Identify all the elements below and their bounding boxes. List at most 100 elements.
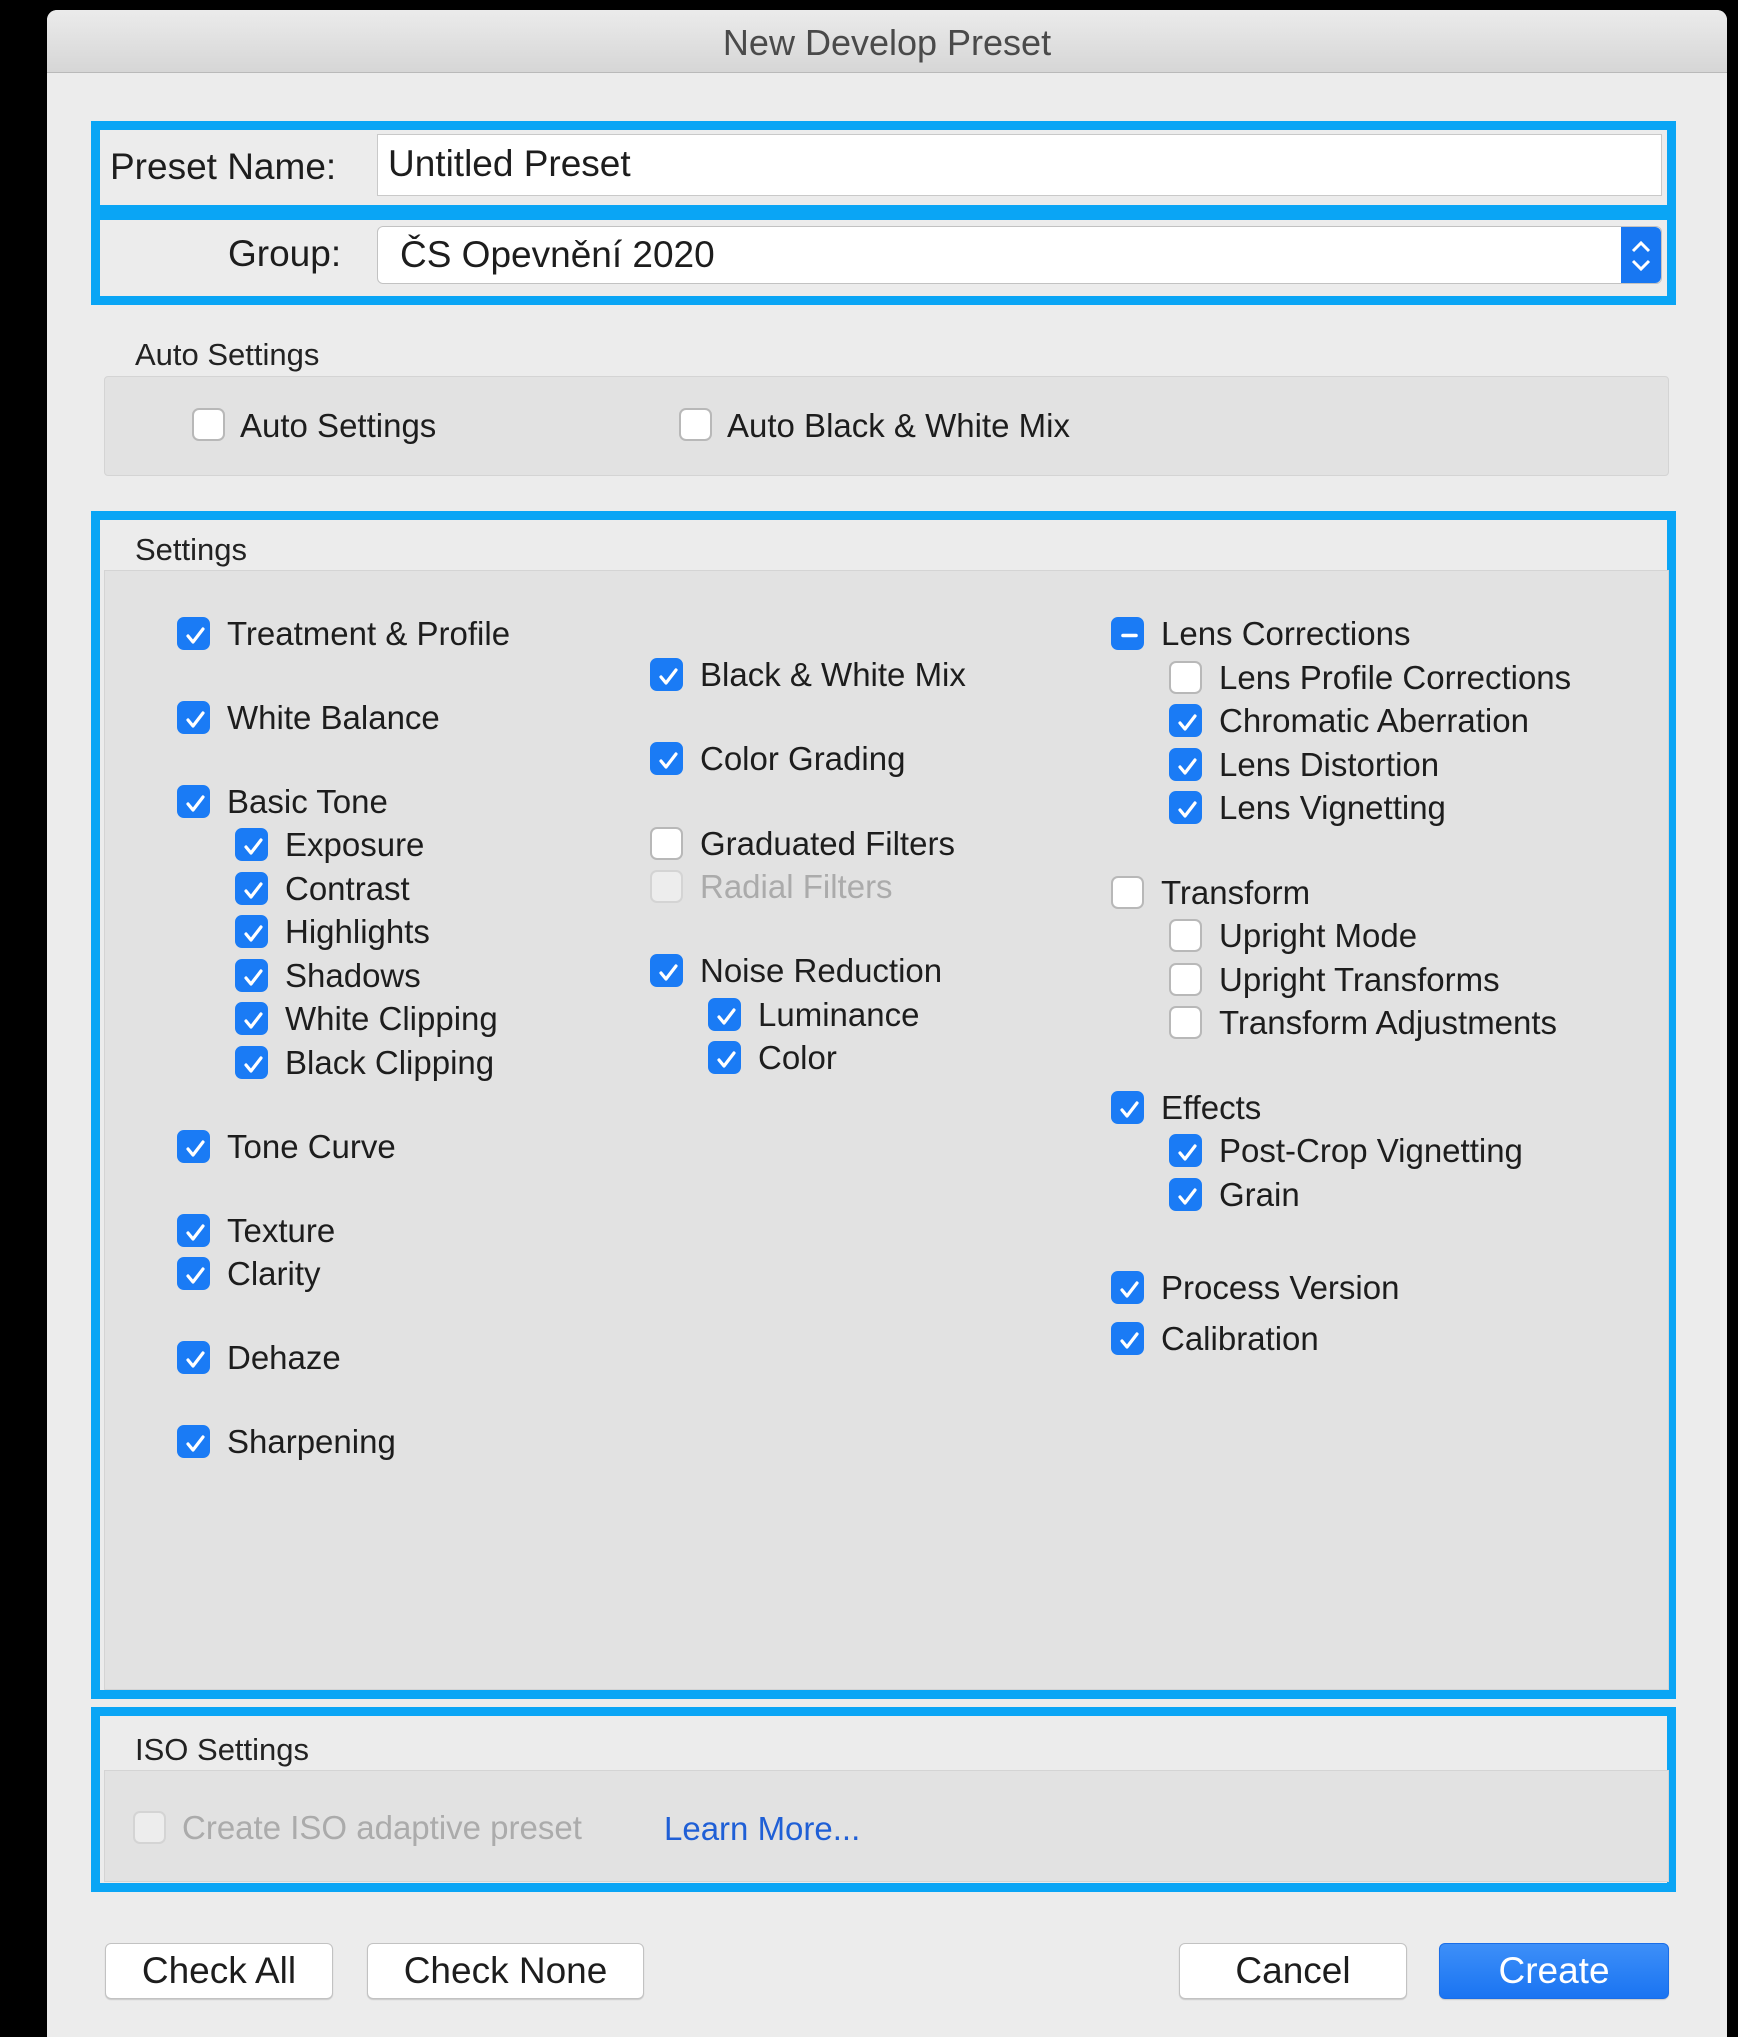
- black-and-white-mix-checkbox[interactable]: [650, 658, 683, 691]
- checkmark-icon: [244, 1012, 263, 1029]
- checkmark-icon: [1178, 714, 1197, 731]
- treatment-and-profile-checkbox[interactable]: [177, 617, 210, 650]
- color-grading-label: Color Grading: [700, 740, 906, 777]
- checkmark-icon: [186, 795, 205, 812]
- white-balance-checkbox[interactable]: [177, 701, 210, 734]
- settings-title: Settings: [135, 532, 248, 567]
- iso-adaptive-label: Create ISO adaptive preset: [182, 1809, 582, 1846]
- sharpening-checkbox[interactable]: [177, 1425, 210, 1458]
- noise-reduction-label: Noise Reduction: [700, 952, 943, 989]
- group-select-value: ČS Opevnění 2020: [400, 234, 715, 275]
- shadows-checkbox[interactable]: [235, 959, 268, 992]
- checkmark-icon: [717, 1008, 736, 1025]
- tone-curve-label: Tone Curve: [227, 1128, 396, 1165]
- post-crop-vignetting-checkbox[interactable]: [1169, 1134, 1202, 1167]
- color-label: Color: [758, 1039, 837, 1076]
- contrast-checkbox[interactable]: [235, 872, 268, 905]
- lens-vignetting-label: Lens Vignetting: [1219, 789, 1446, 826]
- lens-distortion-checkbox[interactable]: [1169, 748, 1202, 781]
- group-label: Group:: [228, 233, 342, 274]
- checkmark-icon: [186, 1140, 205, 1157]
- exposure-checkbox[interactable]: [235, 828, 268, 861]
- basic-tone-label: Basic Tone: [227, 783, 388, 820]
- iso-settings-title: ISO Settings: [135, 1732, 310, 1767]
- upright-transforms-checkbox[interactable]: [1169, 963, 1202, 996]
- white-clipping-label: White Clipping: [285, 1000, 498, 1037]
- basic-tone-checkbox[interactable]: [177, 785, 210, 818]
- radial-filters-label: Radial Filters: [700, 868, 893, 905]
- luminance-label: Luminance: [758, 996, 920, 1033]
- chevron-updown-icon: [1621, 227, 1661, 283]
- transform-adjustments-checkbox[interactable]: [1169, 1006, 1202, 1039]
- checkmark-icon: [1120, 1101, 1139, 1118]
- check-none-button[interactable]: Check None: [367, 1943, 644, 1999]
- effects-label: Effects: [1161, 1089, 1262, 1126]
- cancel-button[interactable]: Cancel: [1179, 1943, 1407, 1999]
- checkmark-icon: [1178, 1144, 1197, 1161]
- group-select[interactable]: ČS Opevnění 2020: [377, 226, 1662, 284]
- process-version-label: Process Version: [1161, 1269, 1400, 1306]
- checkmark-icon: [186, 1435, 205, 1452]
- upright-transforms-label: Upright Transforms: [1219, 961, 1500, 998]
- checkmark-icon: [244, 925, 263, 942]
- checkmark-icon: [1120, 1281, 1139, 1298]
- luminance-checkbox[interactable]: [708, 998, 741, 1031]
- black-clipping-checkbox[interactable]: [235, 1046, 268, 1079]
- preset-name-field[interactable]: Untitled Preset: [377, 134, 1662, 196]
- highlights-label: Highlights: [285, 913, 430, 950]
- effects-checkbox[interactable]: [1111, 1091, 1144, 1124]
- dehaze-checkbox[interactable]: [177, 1341, 210, 1374]
- preset-name-label: Preset Name:: [110, 146, 337, 187]
- grain-checkbox[interactable]: [1169, 1178, 1202, 1211]
- noise-reduction-checkbox[interactable]: [650, 954, 683, 987]
- lens-vignetting-checkbox[interactable]: [1169, 791, 1202, 824]
- dialog-window: New Develop Preset Preset Name: Untitled…: [47, 10, 1727, 2037]
- auto-settings-title: Auto Settings: [135, 337, 320, 372]
- radial-filters-checkbox[interactable]: [650, 870, 683, 903]
- checkmark-icon: [244, 969, 263, 986]
- calibration-checkbox[interactable]: [1111, 1322, 1144, 1355]
- color-checkbox[interactable]: [708, 1041, 741, 1074]
- checkmark-icon: [1178, 1188, 1197, 1205]
- grain-label: Grain: [1219, 1176, 1300, 1213]
- check-all-button[interactable]: Check All: [105, 1943, 333, 1999]
- checkmark-icon: [186, 627, 205, 644]
- process-version-checkbox[interactable]: [1111, 1271, 1144, 1304]
- transform-checkbox[interactable]: [1111, 876, 1144, 909]
- treatment-and-profile-label: Treatment & Profile: [227, 615, 511, 652]
- chromatic-aberration-checkbox[interactable]: [1169, 704, 1202, 737]
- iso-adaptive-checkbox[interactable]: [133, 1811, 166, 1844]
- upright-mode-checkbox[interactable]: [1169, 919, 1202, 952]
- highlights-checkbox[interactable]: [235, 915, 268, 948]
- auto-settings-label: Auto Settings: [240, 407, 437, 444]
- auto-bw-mix-checkbox[interactable]: [679, 408, 712, 441]
- checkmark-icon: [659, 752, 678, 769]
- checkmark-icon: [244, 882, 263, 899]
- transform-adjustments-label: Transform Adjustments: [1219, 1004, 1558, 1041]
- shadows-label: Shadows: [285, 957, 421, 994]
- lens-profile-corrections-checkbox[interactable]: [1169, 661, 1202, 694]
- create-button[interactable]: Create: [1439, 1943, 1669, 1999]
- window-title: New Develop Preset: [47, 10, 1727, 73]
- lens-corrections-checkbox[interactable]: [1111, 617, 1144, 650]
- auto-settings-checkbox[interactable]: [192, 408, 225, 441]
- dehaze-label: Dehaze: [227, 1339, 341, 1376]
- checkmark-icon: [244, 1056, 263, 1073]
- white-balance-label: White Balance: [227, 699, 440, 736]
- tone-curve-checkbox[interactable]: [177, 1130, 210, 1163]
- graduated-filters-checkbox[interactable]: [650, 827, 683, 860]
- chromatic-aberration-label: Chromatic Aberration: [1219, 702, 1529, 739]
- clarity-checkbox[interactable]: [177, 1257, 210, 1290]
- transform-label: Transform: [1161, 874, 1311, 911]
- learn-more-link[interactable]: Learn More...: [664, 1810, 860, 1848]
- checkmark-icon: [244, 838, 263, 855]
- white-clipping-checkbox[interactable]: [235, 1002, 268, 1035]
- black-and-white-mix-label: Black & White Mix: [700, 656, 966, 693]
- texture-checkbox[interactable]: [177, 1214, 210, 1247]
- checkmark-icon: [717, 1051, 736, 1068]
- checkmark-icon: [659, 668, 678, 685]
- contrast-label: Contrast: [285, 870, 410, 907]
- checkmark-icon: [1120, 1332, 1139, 1349]
- checkmark-icon: [186, 711, 205, 728]
- color-grading-checkbox[interactable]: [650, 742, 683, 775]
